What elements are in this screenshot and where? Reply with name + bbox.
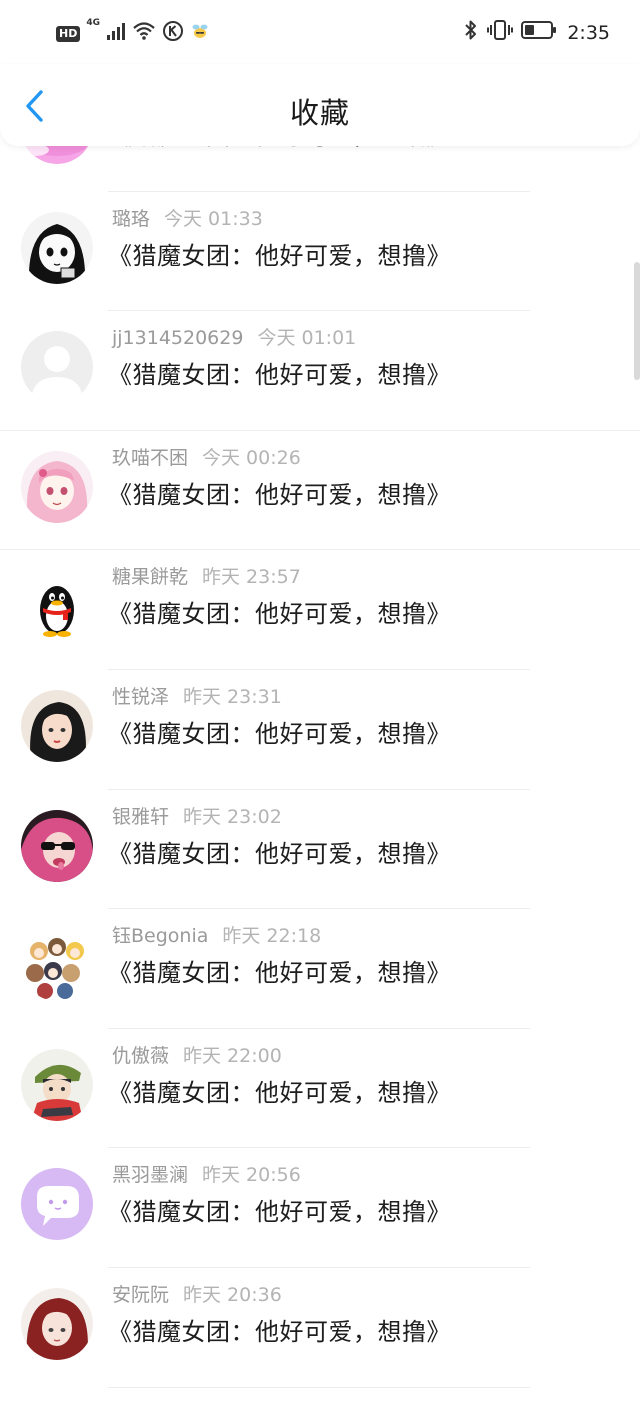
list-item[interactable]: 仇傲薇 昨天 22:00 《猎魔女团：他好可爱，想撸》 [0,1029,640,1149]
list-item[interactable]: 钰Begonia 昨天 22:18 《猎魔女团：他好可爱，想撸》 [0,909,640,1029]
timestamp: 昨天 22:18 [222,925,322,948]
item-title[interactable]: 《猎魔女团：他好可爱，想撸》 [108,355,451,390]
item-meta: 性锐泽 昨天 23:31 [112,682,282,709]
signal-icon [106,22,126,45]
item-title[interactable]: 《猎魔女团：他好可爱，想撸》 [108,1192,451,1227]
item-title[interactable]: 《猎魔女团：他好可爱，想撸》 [108,475,451,510]
item-meta: jj1314520629 今天 01:01 [112,323,356,350]
item-title[interactable]: 《猎魔女团：他好可爱，想撸》 [108,714,451,749]
user-name[interactable]: 璐珞 [112,208,150,230]
list-item[interactable]: 璐珞 今天 01:33 《猎魔女团：他好可爱，想撸》 [0,192,640,312]
item-title[interactable]: 《猎魔女团：他好可爱，想撸》 [108,953,451,988]
vibrate-icon [487,19,514,46]
item-title[interactable]: 《猎魔女团：他好可爱，想撸》 [108,1073,451,1108]
timestamp: 昨天 23:02 [183,805,282,828]
status-right-group: 2:35 [463,19,610,46]
item-meta: 安阮阮 昨天 20:36 [112,1280,282,1307]
avatar[interactable] [21,929,93,1002]
item-meta: 玖喵不困 今天 00:26 [112,443,301,470]
avatar[interactable] [21,809,93,882]
favorites-page: HD 4G 2:35 璐珞 今天 01:33 《猎魔女团：他好可爱，想撸》 jj… [0,0,640,1422]
item-meta: 璐珞 今天 01:33 [112,204,263,231]
avatar[interactable] [21,1048,93,1121]
status-bar: HD 4G 2:35 [0,0,640,64]
avatar[interactable] [21,570,93,643]
timestamp: 今天 01:01 [257,327,357,350]
user-name[interactable]: 安阮阮 [112,1284,169,1306]
user-name[interactable]: 糖果餅乾 [112,566,188,588]
status-left-group: HD 4G [56,18,210,47]
timestamp: 昨天 20:56 [202,1164,301,1187]
k-app-icon [162,20,184,47]
hd-badge: HD [56,25,81,42]
list-item[interactable]: 银雅轩 昨天 23:02 《猎魔女团：他好可爱，想撸》 [0,790,640,910]
item-meta: 银雅轩 昨天 23:02 [112,802,282,829]
status-time: 2:35 [567,21,610,44]
user-name[interactable]: 银雅轩 [112,806,169,828]
network-type: 4G [86,18,100,28]
avatar[interactable] [21,450,93,523]
user-name[interactable]: jj1314520629 [112,327,243,349]
list-item[interactable]: 安阮阮 昨天 20:36 《猎魔女团：他好可爱，想撸》 [0,1268,640,1388]
list-item[interactable]: 糖果餅乾 昨天 23:57 《猎魔女团：他好可爱，想撸》 [0,550,640,670]
timestamp: 今天 01:33 [164,207,263,230]
bluetooth-icon [463,19,479,46]
battery-icon [521,20,557,45]
bee-app-icon [190,21,210,46]
item-title[interactable]: 《猎魔女团：他好可爱，想撸》 [108,236,451,271]
user-name[interactable]: 钰Begonia [112,925,208,947]
scrollbar[interactable] [634,262,640,380]
avatar[interactable] [21,331,93,404]
user-name[interactable]: 性锐泽 [112,686,169,708]
item-title[interactable]: 《猎魔女团：他好可爱，想撸》 [108,1312,451,1347]
divider [108,1386,530,1388]
user-name[interactable]: 黑羽墨澜 [112,1164,188,1186]
page-title: 收藏 [289,96,350,130]
timestamp: 昨天 22:00 [183,1044,282,1067]
item-meta: 黑羽墨澜 昨天 20:56 [112,1160,301,1187]
avatar[interactable] [21,211,93,284]
timestamp: 今天 00:26 [202,446,301,469]
list-item[interactable]: 性锐泽 昨天 23:31 《猎魔女团：他好可爱，想撸》 [0,670,640,790]
app-header: 收藏 [0,64,640,146]
item-meta: 糖果餅乾 昨天 23:57 [112,562,301,589]
list-item[interactable]: 黑羽墨澜 昨天 20:56 《猎魔女团：他好可爱，想撸》 [0,1148,640,1268]
item-title[interactable]: 《猎魔女团：他好可爱，想撸》 [108,594,451,629]
avatar[interactable] [21,689,93,762]
item-meta: 仇傲薇 昨天 22:00 [112,1041,282,1068]
timestamp: 昨天 20:36 [183,1283,282,1306]
avatar[interactable] [21,1168,93,1241]
favorites-list[interactable]: 洋善静今天 02:06《猎魔女团：他好可爱，想撸》璐珞今天 01:33《猎魔女团… [0,96,640,1422]
list-item[interactable]: jj1314520629 今天 01:01 《猎魔女团：他好可爱，想撸》 [0,311,640,431]
wifi-icon [132,21,156,46]
timestamp: 昨天 23:57 [202,566,301,589]
item-title[interactable]: 《猎魔女团：他好可爱，想撸》 [108,834,451,869]
timestamp: 昨天 23:31 [183,685,282,708]
avatar[interactable] [21,1287,93,1360]
item-meta: 钰Begonia 昨天 22:18 [112,921,321,948]
list-item[interactable]: 玖喵不困 今天 00:26 《猎魔女团：他好可爱，想撸》 [0,431,640,551]
user-name[interactable]: 玖喵不困 [112,447,188,469]
user-name[interactable]: 仇傲薇 [112,1045,169,1067]
